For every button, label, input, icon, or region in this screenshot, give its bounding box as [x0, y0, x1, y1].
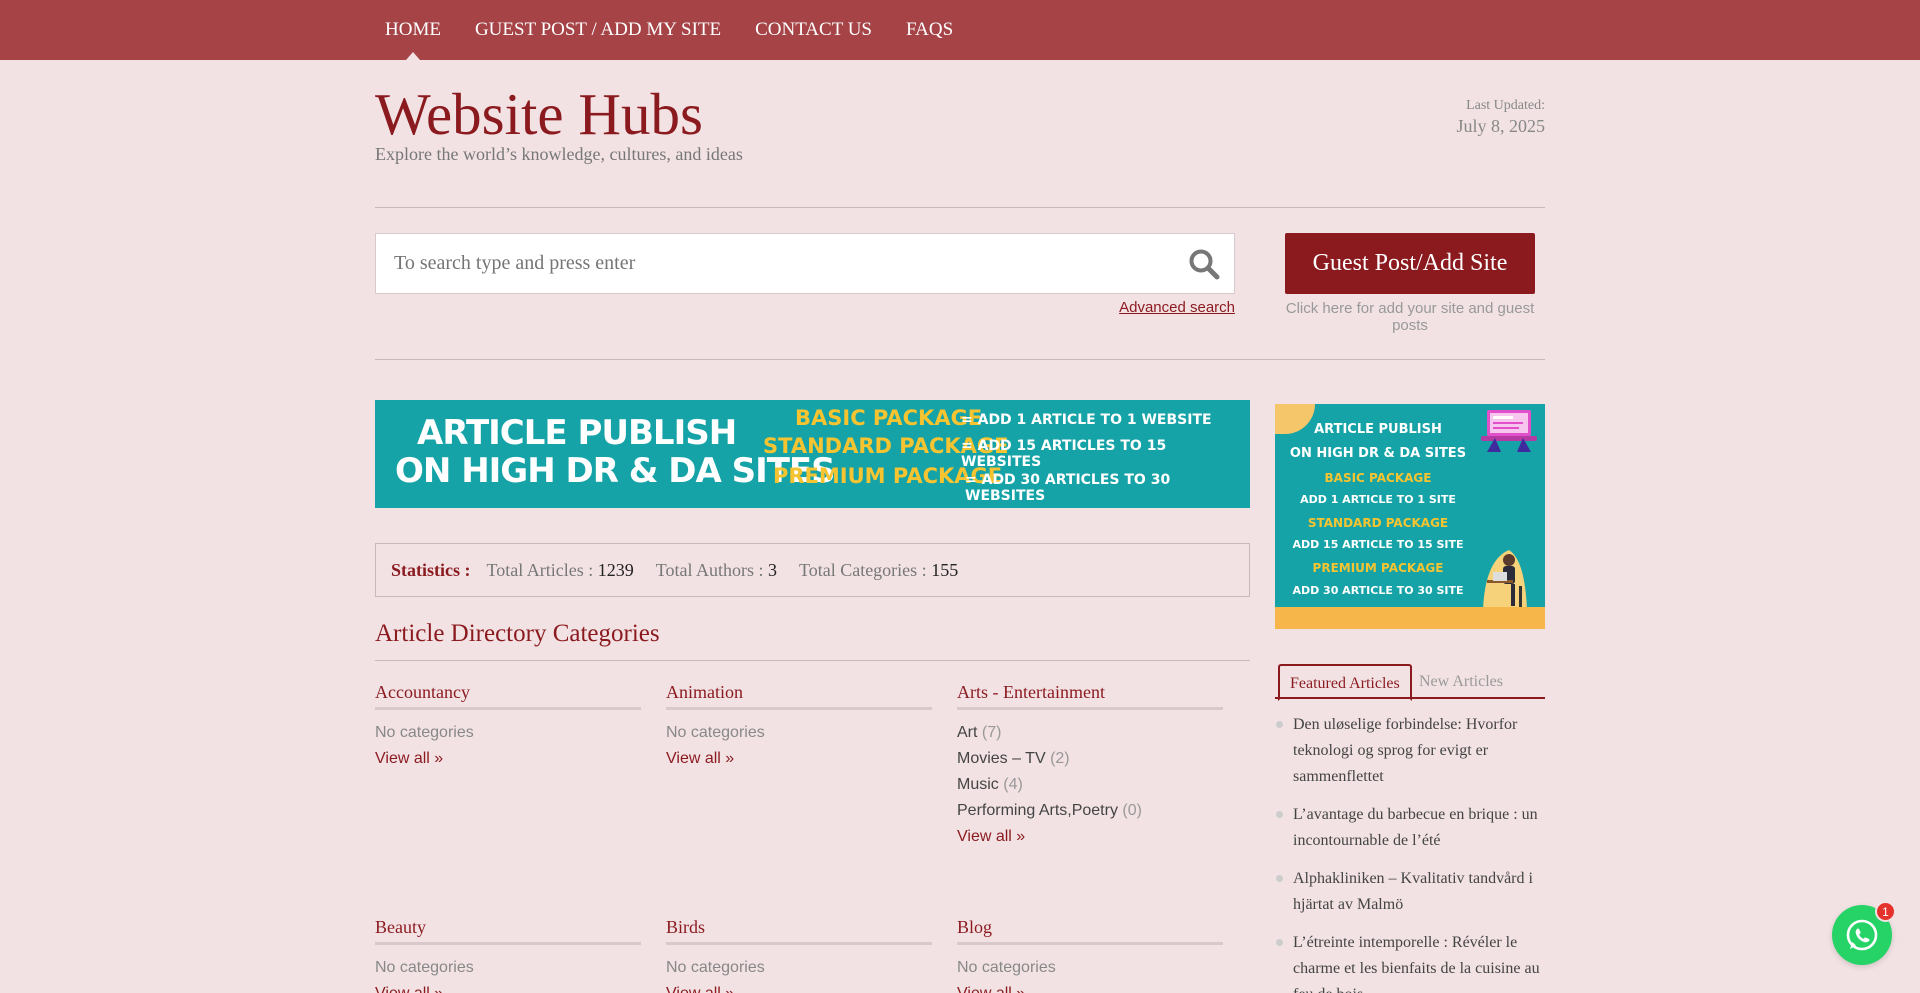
list-item[interactable]: Alphakliniken – Kvalitativ tandvård i hj… — [1275, 866, 1545, 918]
no-categories-text: No categories — [666, 724, 765, 741]
subcategory-item[interactable]: Movies – TV (2) — [957, 746, 1223, 772]
subcategory-item[interactable]: Performing Arts,Poetry (0) — [957, 798, 1223, 824]
banner-premium-desc: = ADD 30 ARTICLES TO 30 WEBSITES — [965, 472, 1171, 504]
featured-article-list: Den uløselige forbindelse: Hvorfor tekno… — [1275, 712, 1545, 993]
no-categories-text: No categories — [957, 959, 1056, 976]
category-title[interactable]: Arts - Entertainment — [957, 682, 1223, 710]
banner-decoration — [1275, 607, 1545, 629]
subcategory-item[interactable]: Art (7) — [957, 720, 1223, 746]
advanced-search-link[interactable]: Advanced search — [1116, 299, 1235, 316]
category-list: No categories View all » — [666, 955, 932, 993]
category-title[interactable]: Animation — [666, 682, 932, 710]
side-banner-line5: STANDARD PACKAGE — [1307, 516, 1449, 530]
category-list: Art (7) Movies – TV (2) Music (4) Perfor… — [957, 720, 1223, 850]
subcategory-name[interactable]: Art — [957, 724, 977, 741]
search-icon[interactable] — [1188, 248, 1220, 280]
guest-post-note: Click here for add your site and guest p… — [1285, 300, 1535, 334]
banner-standard-desc: = ADD 15 ARTICLES TO 15 WEBSITES — [961, 438, 1167, 470]
last-updated: Last Updated: July 8, 2025 — [1456, 98, 1545, 137]
view-all-link[interactable]: View all » — [666, 981, 932, 993]
category-list: No categories View all » — [957, 955, 1223, 993]
article-publish-banner[interactable]: ARTICLE PUBLISH ON HIGH DR & DA SITES BA… — [375, 400, 1250, 508]
directory-title: Article Directory Categories — [375, 620, 1250, 661]
total-authors-label: Total Authors : — [655, 559, 764, 580]
category-accountancy: Accountancy No categories View all » — [375, 682, 641, 772]
subcategory-item[interactable]: Music (4) — [957, 772, 1223, 798]
notification-badge: 1 — [1875, 901, 1896, 922]
list-item[interactable]: Den uløselige forbindelse: Hvorfor tekno… — [1275, 712, 1545, 790]
no-categories-text: No categories — [375, 959, 474, 976]
subcategory-name[interactable]: Music — [957, 776, 999, 793]
side-banner-line7: PREMIUM PACKAGE — [1312, 561, 1444, 575]
total-categories-label: Total Categories : — [798, 559, 927, 580]
total-authors: Total Authors : 3 — [656, 560, 777, 581]
category-list: No categories View all » — [375, 720, 641, 772]
total-articles-label: Total Articles : — [486, 559, 594, 580]
person-at-desk-icon — [1483, 550, 1527, 610]
side-banner-line4: ADD 1 ARTICLE TO 1 SITE — [1300, 493, 1456, 506]
laptop-icon — [1481, 410, 1537, 452]
no-categories-text: No categories — [666, 959, 765, 976]
total-categories-value: 155 — [931, 559, 959, 580]
subcategory-count: (7) — [981, 724, 1002, 741]
view-all-link[interactable]: View all » — [375, 746, 641, 772]
category-title[interactable]: Blog — [957, 917, 1223, 945]
side-banner-line3: BASIC PACKAGE — [1324, 471, 1432, 485]
category-birds: Birds No categories View all » — [666, 917, 932, 993]
list-item[interactable]: L’avantage du barbecue en brique : un in… — [1275, 802, 1545, 854]
total-authors-value: 3 — [767, 559, 777, 580]
nav-guest-post[interactable]: GUEST POST / ADD MY SITE — [475, 0, 721, 60]
banner-basic-package: BASIC PACKAGE — [795, 406, 983, 430]
whatsapp-icon — [1846, 919, 1878, 951]
sidebar-publish-banner[interactable]: ARTICLE PUBLISH ON HIGH DR & DA SITES BA… — [1275, 404, 1545, 629]
category-list: No categories View all » — [375, 955, 641, 993]
category-animation: Animation No categories View all » — [666, 682, 932, 772]
statistics-bar: Statistics : Total Articles : 1239 Total… — [375, 543, 1250, 597]
statistics-label: Statistics : — [391, 559, 471, 580]
tab-featured-articles[interactable]: Featured Articles — [1278, 664, 1412, 701]
subcategory-count: (4) — [1003, 776, 1023, 793]
no-categories-text: No categories — [375, 724, 474, 741]
nav-contact-us[interactable]: CONTACT US — [755, 0, 872, 60]
guest-post-button[interactable]: Guest Post/Add Site — [1285, 233, 1535, 294]
side-banner-line2: ON HIGH DR & DA SITES — [1289, 446, 1467, 461]
total-articles: Total Articles : 1239 — [487, 560, 634, 581]
view-all-link[interactable]: View all » — [957, 981, 1223, 993]
nav-faqs[interactable]: FAQS — [906, 0, 953, 60]
side-banner-line8: ADD 30 ARTICLE TO 30 SITE — [1292, 584, 1464, 597]
banner-basic-desc: = ADD 1 ARTICLE TO 1 WEBSITE — [961, 412, 1212, 428]
subcategory-count: (0) — [1122, 802, 1142, 819]
subcategory-name[interactable]: Performing Arts,Poetry — [957, 802, 1118, 819]
subcategory-name[interactable]: Movies – TV — [957, 750, 1046, 767]
list-item[interactable]: L’étreinte intemporelle : Révéler le cha… — [1275, 930, 1545, 993]
last-updated-label: Last Updated: — [1466, 98, 1545, 113]
view-all-link[interactable]: View all » — [957, 824, 1223, 850]
view-all-link[interactable]: View all » — [666, 746, 932, 772]
category-beauty: Beauty No categories View all » — [375, 917, 641, 993]
search-box — [375, 233, 1235, 294]
category-blog: Blog No categories View all » — [957, 917, 1223, 993]
view-all-link[interactable]: View all » — [375, 981, 641, 993]
category-title[interactable]: Accountancy — [375, 682, 641, 710]
articles-tabs: Featured Articles New Articles — [1275, 660, 1545, 701]
total-articles-value: 1239 — [597, 559, 634, 580]
site-header: Website Hubs Explore the world’s knowled… — [375, 60, 1545, 208]
side-banner-line6: ADD 15 ARTICLE TO 15 SITE — [1292, 538, 1464, 551]
category-list: No categories View all » — [666, 720, 932, 772]
search-row: Advanced search Guest Post/Add Site Clic… — [375, 208, 1545, 360]
side-banner-line1: ARTICLE PUBLISH — [1314, 422, 1442, 437]
nav-home[interactable]: HOME — [385, 0, 441, 60]
subcategory-count: (2) — [1050, 750, 1070, 767]
tab-new-articles[interactable]: New Articles — [1409, 664, 1513, 701]
category-arts-entertainment: Arts - Entertainment Art (7) Movies – TV… — [957, 682, 1223, 850]
site-tagline: Explore the world’s knowledge, cultures,… — [375, 144, 743, 164]
site-title[interactable]: Website Hubs — [375, 80, 703, 149]
top-navigation: HOME GUEST POST / ADD MY SITE CONTACT US… — [0, 0, 1920, 60]
category-title[interactable]: Birds — [666, 917, 932, 945]
category-title[interactable]: Beauty — [375, 917, 641, 945]
total-categories: Total Categories : 155 — [799, 560, 958, 581]
last-updated-date: July 8, 2025 — [1456, 116, 1545, 136]
search-input[interactable] — [376, 234, 1156, 293]
